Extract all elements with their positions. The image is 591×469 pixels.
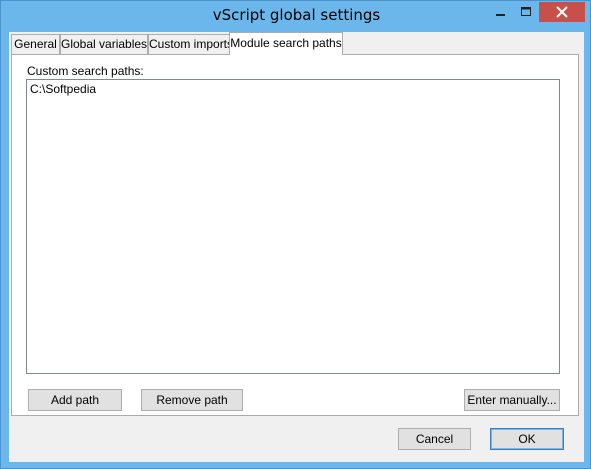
tab-module-search-paths[interactable]: Module search paths	[229, 32, 343, 55]
close-button[interactable]	[539, 2, 585, 22]
custom-search-paths-label: Custom search paths:	[27, 64, 144, 78]
tab-global-variables[interactable]: Global variables	[60, 34, 148, 54]
maximize-icon	[521, 7, 531, 16]
title-bar[interactable]: vScript global settings	[1, 1, 591, 31]
tab-custom-imports[interactable]: Custom imports	[148, 34, 233, 54]
settings-window: vScript global settings General Global v…	[0, 0, 591, 469]
tab-panel-module-search-paths: Custom search paths: C:\Softpedia Add pa…	[11, 54, 579, 416]
cancel-button[interactable]: Cancel	[398, 428, 471, 450]
client-area: General Global variables Custom imports …	[9, 32, 584, 462]
minimize-button[interactable]	[487, 2, 513, 22]
add-path-button[interactable]: Add path	[28, 389, 122, 411]
enter-manually-button[interactable]: Enter manually...	[464, 389, 560, 411]
minimize-icon	[496, 14, 505, 16]
close-icon	[556, 6, 568, 18]
tab-general[interactable]: General	[11, 34, 60, 54]
list-item[interactable]: C:\Softpedia	[30, 82, 96, 97]
remove-path-button[interactable]: Remove path	[141, 389, 243, 411]
ok-button[interactable]: OK	[490, 428, 564, 450]
search-paths-listbox[interactable]: C:\Softpedia	[26, 79, 560, 374]
maximize-button[interactable]	[513, 2, 539, 22]
